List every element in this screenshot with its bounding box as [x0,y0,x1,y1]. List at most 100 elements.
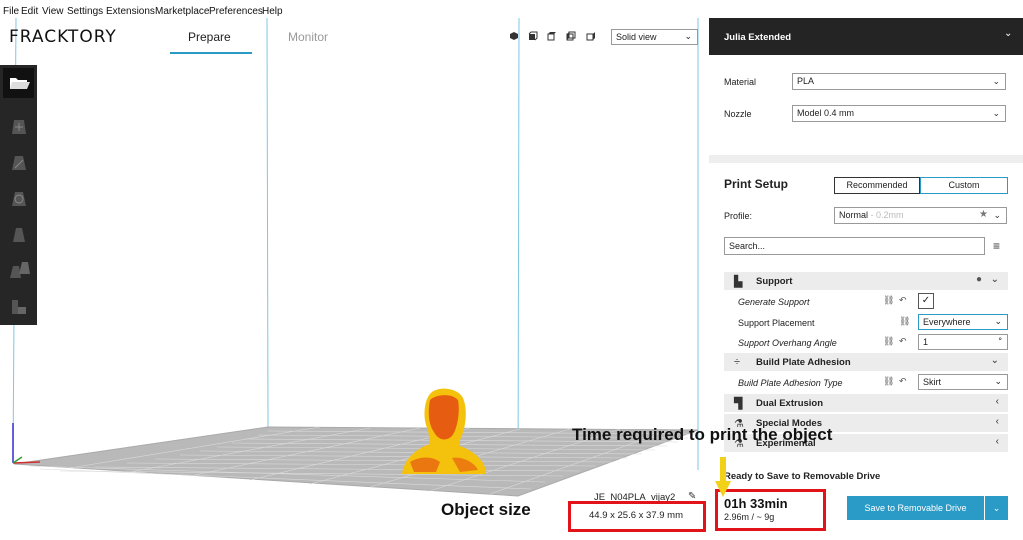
profile-layer-hint: - 0.2mm [870,210,904,220]
print-setup-title: Print Setup [724,177,789,191]
object-size-highlight-box [568,501,706,532]
link-icon[interactable]: ⛓ [883,295,894,306]
support-placement-label: Support Placement [738,318,815,328]
menu-marketplace[interactable]: Marketplace [155,6,209,17]
save-to-removable-drive-button[interactable]: Save to Removable Drive [847,496,984,520]
category-support[interactable]: ▙ Support ● ⌄ [724,272,1008,290]
chevron-down-icon: ⌄ [992,503,1001,513]
adhesion-icon: ÷ [734,356,741,368]
time-annotation-text: Time required to print the object [572,425,833,444]
material-select[interactable]: PLA ⌄ [792,73,1006,90]
profile-select[interactable]: Normal - 0.2mm ★ ⌄ [834,207,1007,224]
custom-button[interactable]: Custom [920,177,1008,194]
chevron-left-icon: ‹ [995,416,999,427]
chevron-left-icon: ‹ [995,436,999,447]
menu-view[interactable]: View [42,6,64,17]
category-build-plate-adhesion[interactable]: ÷ Build Plate Adhesion ⌄ [724,353,1008,371]
3d-view-icon[interactable] [509,31,519,41]
adhesion-type-value: Skirt [923,377,941,387]
support-blocker-button[interactable] [3,292,34,322]
profile-label: Profile: [724,211,753,221]
support-overhang-value: 1 [923,337,929,347]
menu-bar: File Edit View Settings Extensions Marke… [0,0,709,18]
open-file-button[interactable] [3,68,34,98]
save-options-dropdown[interactable]: ⌄ [985,496,1008,520]
settings-menu-icon[interactable]: ≡ [993,239,1000,253]
mirror-tool-button[interactable] [3,220,34,250]
chevron-down-icon: ⌄ [993,210,1001,220]
dual-extrusion-title: Dual Extrusion [756,398,824,409]
adhesion-type-select[interactable]: Skirt ⌄ [918,374,1008,390]
chevron-down-icon: ⌄ [992,108,1000,118]
rotate-tool-button[interactable] [3,184,34,214]
ready-status: Ready to Save to Removable Drive [724,471,881,482]
link-icon[interactable]: ⛓ [883,336,894,347]
menu-settings[interactable]: Settings [67,6,103,17]
rotate-tool-icon [12,192,26,206]
material-label: Material [724,77,757,87]
chevron-left-icon: ‹ [995,396,999,407]
scale-tool-button[interactable] [3,148,34,178]
reset-icon[interactable]: ↶ [899,376,907,387]
settings-search-input[interactable]: Search... [724,237,985,255]
chevron-down-icon: ⌄ [992,76,1000,86]
link-icon[interactable]: ⛓ [899,316,910,327]
support-overhang-input[interactable]: 1 ° [918,334,1008,350]
chevron-down-icon: ⌄ [994,376,1002,386]
printer-name: Julia Extended [724,32,792,43]
info-icon[interactable]: ● [976,274,982,285]
mirror-tool-icon [13,228,25,242]
menu-preferences[interactable]: Preferences [209,6,263,17]
move-tool-button[interactable] [3,112,34,142]
tab-prepare[interactable]: Prepare [188,30,231,44]
adhesion-type-label: Build Plate Adhesion Type [738,378,843,388]
nozzle-select[interactable]: Model 0.4 mm ⌄ [792,105,1006,122]
star-icon[interactable]: ★ [979,209,988,220]
chevron-down-icon: ⌄ [684,31,692,41]
recommended-button[interactable]: Recommended [834,177,920,194]
nozzle-value: Model 0.4 mm [797,108,855,118]
generate-support-checkbox[interactable]: ✓ [918,293,934,309]
chevron-down-icon[interactable]: ⌄ [1004,28,1012,39]
tab-monitor[interactable]: Monitor [288,30,328,44]
active-tab-indicator [170,52,252,54]
menu-file[interactable]: File [3,6,19,17]
support-icon: ▙ [734,276,743,288]
open-file-icon [10,78,30,89]
arrow-down-icon [715,457,731,497]
chevron-down-icon: ⌄ [990,355,999,366]
support-placement-select[interactable]: Everywhere ⌄ [918,314,1008,330]
menu-edit[interactable]: Edit [21,6,38,17]
view-mode-select[interactable]: Solid view ⌄ [611,29,698,45]
right-view-icon[interactable] [586,31,596,41]
build-volume-viewport[interactable] [0,18,709,540]
nozzle-label: Nozzle [724,109,752,119]
support-overhang-label: Support Overhang Angle [738,338,837,348]
left-toolbar [0,65,37,325]
chevron-down-icon: ⌄ [994,316,1002,326]
per-model-settings-icon [10,262,30,278]
material-value: PLA [797,76,815,86]
menu-extensions[interactable]: Extensions [106,6,155,17]
move-tool-icon [12,120,26,134]
reset-icon[interactable]: ↶ [899,295,907,306]
front-view-icon[interactable] [528,31,538,41]
menu-help[interactable]: Help [262,6,283,17]
profile-value: Normal [839,210,869,220]
chevron-down-icon: ⌄ [990,274,999,285]
search-placeholder: Search... [729,241,766,251]
support-placement-value: Everywhere [923,317,971,327]
left-view-icon[interactable] [566,31,576,41]
category-dual-extrusion[interactable]: ▜ Dual Extrusion ‹ [724,394,1008,412]
link-icon[interactable]: ⛓ [883,376,894,387]
dual-extrusion-icon: ▜ [734,398,743,410]
top-view-icon[interactable] [547,31,557,41]
panel-divider [709,155,1023,163]
app-logo: FRACKTORY [9,27,117,47]
object-size-annotation-text: Object size [441,500,531,519]
scale-tool-icon [12,156,26,170]
reset-icon[interactable]: ↶ [899,336,907,347]
support-title: Support [756,276,793,287]
per-model-settings-button[interactable] [3,256,34,286]
build-plate-adhesion-title: Build Plate Adhesion [756,357,851,368]
